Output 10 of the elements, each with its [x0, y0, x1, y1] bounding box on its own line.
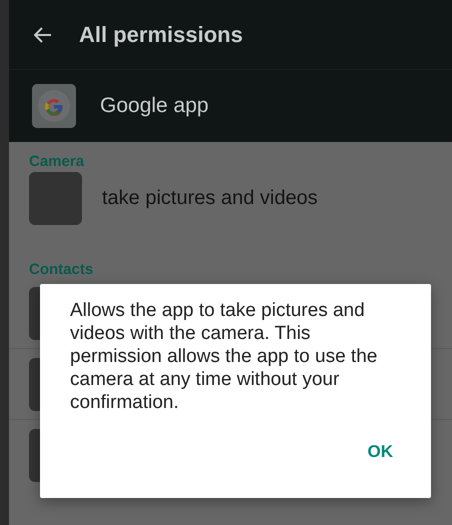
back-arrow-icon[interactable]	[34, 26, 52, 42]
app-logo-icon	[32, 84, 76, 128]
ok-button[interactable]: OK	[358, 434, 403, 470]
app-name: Google app	[100, 94, 209, 118]
section-header: Camera	[28, 152, 86, 170]
permission-item[interactable]: take pictures and videos	[9, 170, 452, 226]
section-header: Contacts	[28, 260, 94, 278]
permission-icon	[29, 172, 82, 224]
dialog-message: Allows the app to take pictures and videos with the camera. This permission allows the app to use the camera at any time without your confirmation.	[70, 299, 378, 414]
screen-title: All permissions	[79, 22, 243, 48]
